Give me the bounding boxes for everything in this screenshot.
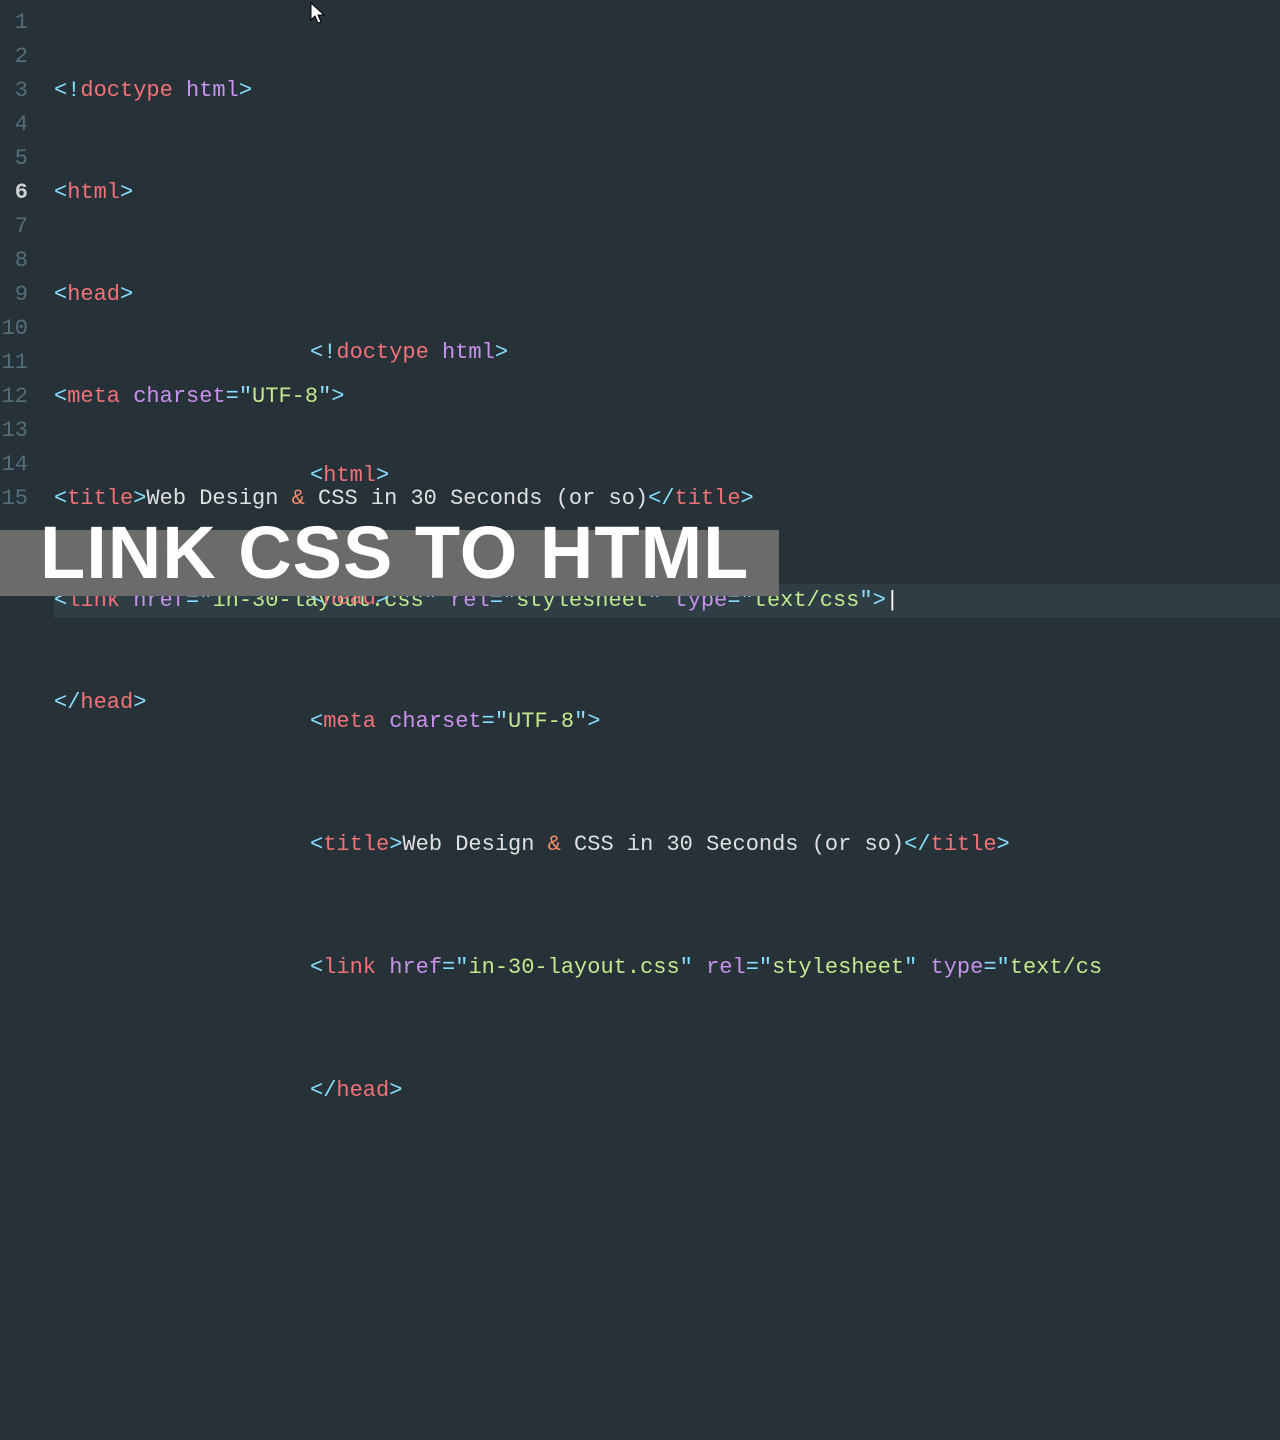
code-line[interactable]: <head> (54, 278, 1280, 312)
line-number: 14 (0, 448, 28, 482)
code-area[interactable]: <!doctype html> <html> <head> <meta char… (40, 0, 1280, 720)
code-line[interactable]: <!doctype html> (54, 74, 1280, 108)
line-number: 7 (0, 210, 28, 244)
line-number: 4 (0, 108, 28, 142)
code-editor[interactable]: 1 2 3 4 5 6 7 8 9 10 11 12 13 14 15 <!do… (0, 0, 1280, 720)
line-number: 13 (0, 414, 28, 448)
line-number: 10 (0, 312, 28, 346)
line-number: 3 (0, 74, 28, 108)
line-number: 12 (0, 380, 28, 414)
line-number-active: 6 (0, 176, 28, 210)
video-title-banner: LINK CSS TO HTML (0, 530, 779, 596)
code-line[interactable]: <html> (54, 176, 1280, 210)
line-number: 2 (0, 40, 28, 74)
line-number: 11 (0, 346, 28, 380)
line-number: 1 (0, 6, 28, 40)
line-number: 9 (0, 278, 28, 312)
line-number-gutter: 1 2 3 4 5 6 7 8 9 10 11 12 13 14 15 (0, 0, 40, 720)
line-number: 8 (0, 244, 28, 278)
code-line[interactable]: </head> (54, 686, 1280, 720)
line-number: 15 (0, 482, 28, 516)
code-line[interactable]: <meta charset="UTF-8"> (54, 380, 1280, 414)
banner-text: LINK CSS TO HTML (40, 511, 749, 594)
line-number: 5 (0, 142, 28, 176)
